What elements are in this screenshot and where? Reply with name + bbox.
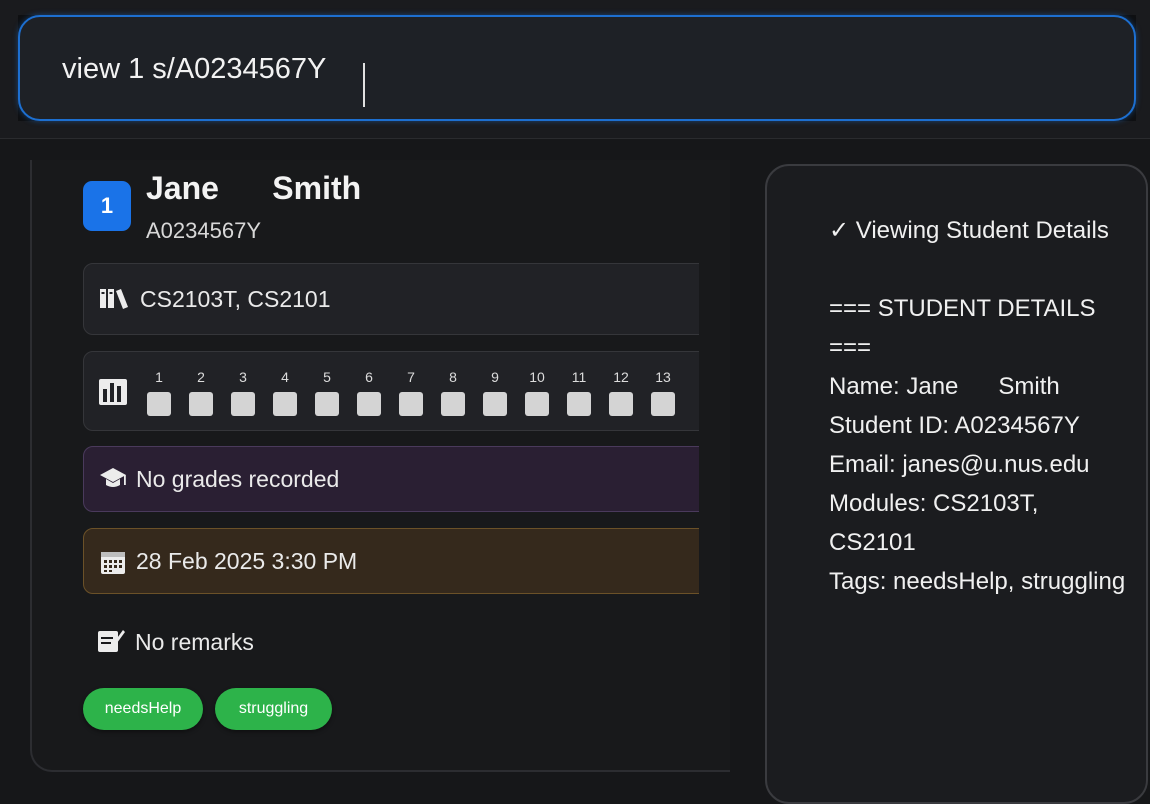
remarks-row: No remarks xyxy=(83,612,699,672)
student-id: A0234567Y xyxy=(146,218,261,243)
attendance-checkbox[interactable] xyxy=(189,392,213,416)
attendance-checkbox[interactable] xyxy=(147,392,171,416)
books-icon xyxy=(99,286,129,317)
attendance-checkbox[interactable] xyxy=(483,392,507,416)
modules-row: CS2103T, CS2101 xyxy=(83,263,699,335)
week-number: 12 xyxy=(613,369,629,385)
attendance-checkbox[interactable] xyxy=(441,392,465,416)
week-number: 13 xyxy=(655,369,671,385)
week-number: 10 xyxy=(529,369,545,385)
attendance-checkbox[interactable] xyxy=(609,392,633,416)
week-number: 1 xyxy=(155,369,163,385)
graduation-cap-icon xyxy=(99,466,127,499)
week-number: 7 xyxy=(407,369,415,385)
datetime-row: 28 Feb 2025 3:30 PM xyxy=(83,528,699,594)
attendance-checkbox[interactable] xyxy=(315,392,339,416)
attendance-checkbox[interactable] xyxy=(357,392,381,416)
attendance-checkbox[interactable] xyxy=(567,392,591,416)
week-number: 6 xyxy=(365,369,373,385)
week-number: 4 xyxy=(281,369,289,385)
attendance-checkbox[interactable] xyxy=(525,392,549,416)
student-card[interactable]: 1 Jane Smith A0234567Y CS2103T, CS2101 1… xyxy=(0,139,699,772)
remarks-text: No remarks xyxy=(135,629,254,655)
week-number: 11 xyxy=(571,369,587,385)
week-number: 9 xyxy=(491,369,499,385)
modules-text: CS2103T, CS2101 xyxy=(140,286,331,312)
text-caret xyxy=(363,63,365,107)
attendance-checkbox[interactable] xyxy=(651,392,675,416)
attendance-checkbox[interactable] xyxy=(273,392,297,416)
bar-chart-icon xyxy=(99,379,127,412)
result-display-text: ✓ Viewing Student Details === STUDENT DE… xyxy=(829,217,1126,595)
student-card-clip: 1 Jane Smith A0234567Y CS2103T, CS2101 1… xyxy=(0,139,699,772)
week-number: 5 xyxy=(323,369,331,385)
grades-text: No grades recorded xyxy=(136,466,340,492)
calendar-icon xyxy=(100,549,126,582)
tag-needshelp[interactable]: needsHelp xyxy=(83,688,203,730)
command-box-wrapper xyxy=(18,15,1136,121)
week-number: 3 xyxy=(239,369,247,385)
attendance-row: 1 2 3 4 5 6 7 8 9 10 11 12 13 xyxy=(83,351,699,431)
datetime-text: 28 Feb 2025 3:30 PM xyxy=(136,548,358,574)
week-number: 8 xyxy=(449,369,457,385)
tag-struggling[interactable]: struggling xyxy=(215,688,332,730)
memo-icon xyxy=(97,627,125,660)
command-bar xyxy=(0,0,1150,139)
student-name: Jane Smith xyxy=(146,170,362,206)
grades-row: No grades recorded xyxy=(83,446,699,512)
week-number: 2 xyxy=(197,369,205,385)
attendance-checkbox[interactable] xyxy=(399,392,423,416)
command-input[interactable] xyxy=(62,49,1062,89)
attendance-checkbox[interactable] xyxy=(231,392,255,416)
index-badge: 1 xyxy=(83,181,131,231)
